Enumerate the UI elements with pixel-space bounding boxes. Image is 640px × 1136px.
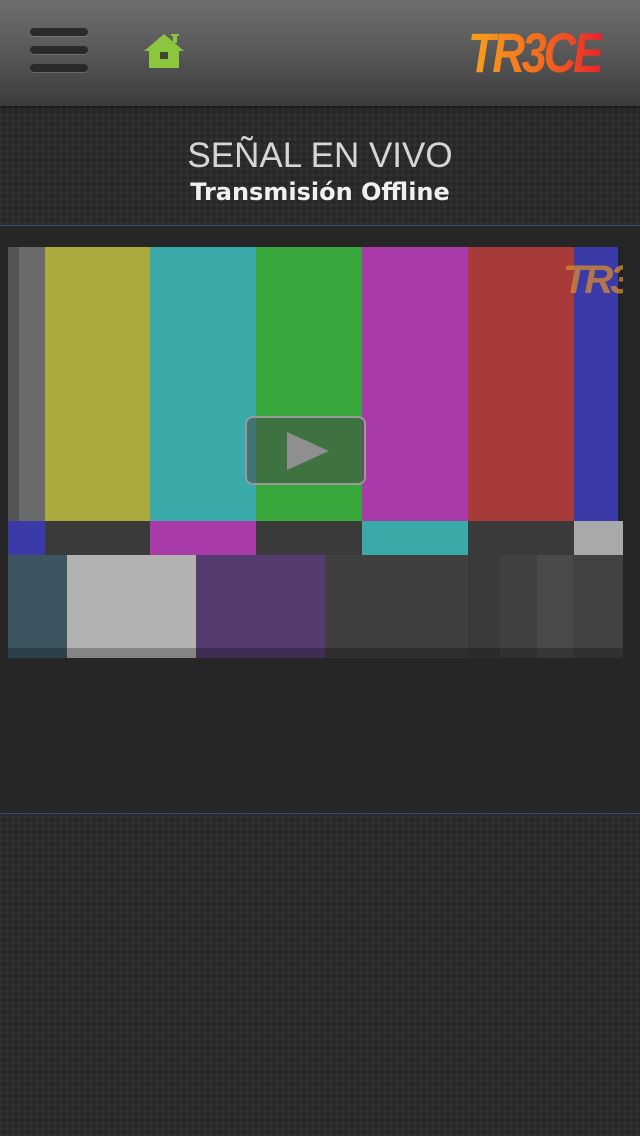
play-icon — [287, 432, 329, 470]
divider-top — [0, 225, 640, 226]
hamburger-menu-icon[interactable] — [30, 28, 88, 72]
top-navigation-bar: TR3CE — [0, 0, 640, 106]
play-button[interactable] — [245, 416, 366, 485]
tr3ce-logo: TR3CE — [466, 18, 609, 84]
app-screen: TR3CE SEÑAL EN VIVO Transmisión Offline — [0, 0, 640, 1136]
stream-title-section: SEÑAL EN VIVO Transmisión Offline — [0, 106, 640, 226]
logo-text: TR3CE — [468, 21, 602, 80]
watermark-logo: TR3 — [563, 258, 623, 302]
page-title: SEÑAL EN VIVO — [187, 136, 453, 175]
divider-bottom — [0, 813, 640, 814]
home-icon[interactable] — [143, 32, 185, 70]
stream-status: Transmisión Offline — [190, 178, 450, 206]
